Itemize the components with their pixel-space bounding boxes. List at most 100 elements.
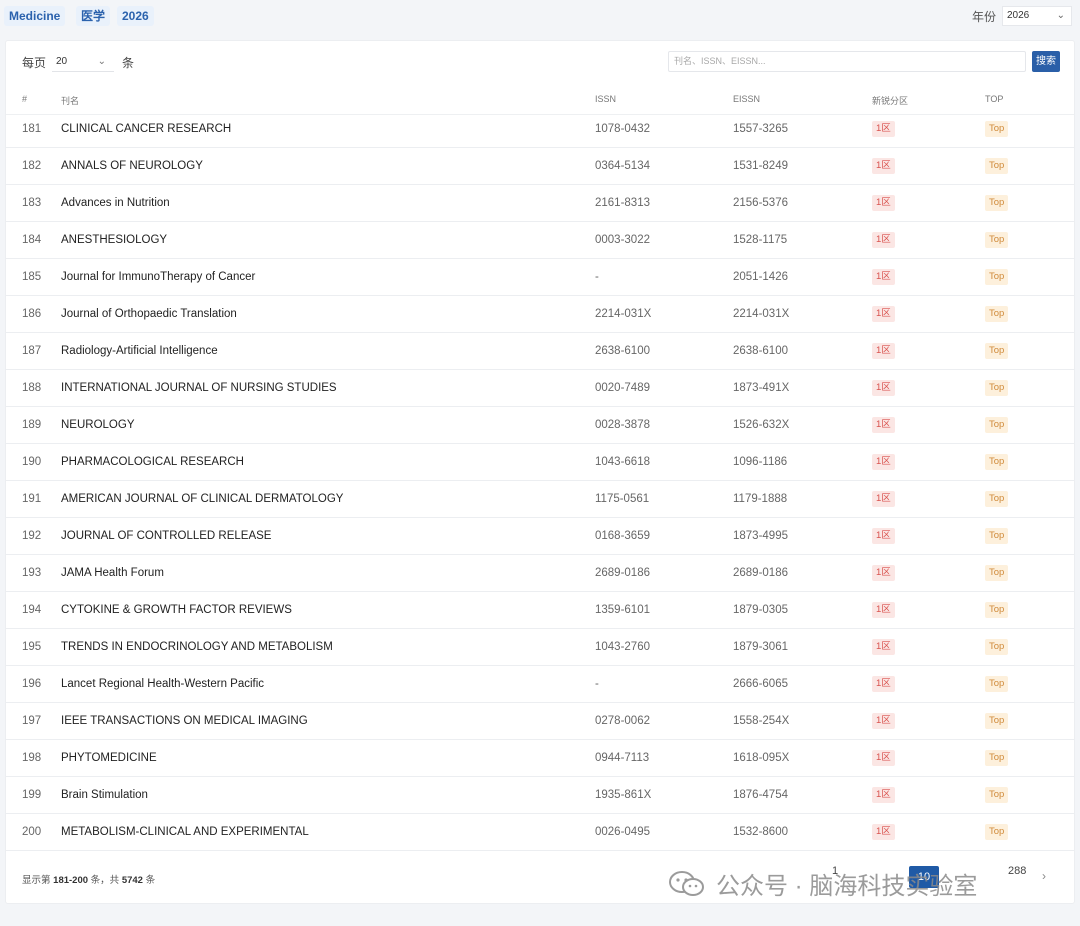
journal-name[interactable]: PHARMACOLOGICAL RESEARCH: [61, 456, 244, 468]
row-index: 200: [22, 826, 42, 838]
tag-category-zh[interactable]: 医学: [76, 6, 111, 26]
issn-value: 1043-6618: [595, 456, 650, 468]
table-row[interactable]: 185 Journal for ImmunoTherapy of Cancer - 2…: [6, 259, 1074, 296]
journal-name[interactable]: Radiology-Artificial Intelligence: [61, 345, 218, 357]
search-button[interactable]: 搜索: [1032, 51, 1060, 72]
journal-name[interactable]: Brain Stimulation: [61, 789, 148, 801]
table-row[interactable]: 199 Brain Stimulation 1935-861X 1876-4754 1区…: [6, 777, 1074, 814]
table-row[interactable]: 198 PHYTOMEDICINE 0944-7113 1618-095X 1区 Top: [6, 740, 1074, 777]
info-prefix: 显示第: [22, 875, 51, 886]
top-badge: Top: [985, 713, 1009, 729]
zone-badge: 1区: [872, 676, 895, 692]
tag-category-en[interactable]: Medicine: [4, 6, 66, 26]
row-index: 196: [22, 678, 42, 690]
col-name[interactable]: 刊名: [61, 94, 79, 107]
top-badge: Top: [985, 121, 1009, 137]
col-eissn[interactable]: EISSN: [733, 94, 760, 104]
issn-value: 0020-7489: [595, 382, 650, 394]
table-row[interactable]: 196 Lancet Regional Health-Western Pacifi…: [6, 666, 1074, 703]
eissn-value: 1879-3061: [733, 641, 788, 653]
per-page-value: 20: [56, 56, 68, 67]
table-row[interactable]: 181 CLINICAL CANCER RESEARCH 1078-0432 1557…: [6, 111, 1074, 148]
issn-value: 0028-3878: [595, 419, 650, 431]
eissn-value: 1876-4754: [733, 789, 788, 801]
issn-value: 0003-3022: [595, 234, 650, 246]
journal-name[interactable]: TRENDS IN ENDOCRINOLOGY AND METABOLISM: [61, 641, 333, 653]
top-badge: Top: [985, 454, 1009, 470]
table-row[interactable]: 187 Radiology-Artificial Intelligence 2638…: [6, 333, 1074, 370]
zone-badge: 1区: [872, 269, 895, 285]
top-badge: Top: [985, 528, 1009, 544]
col-zone[interactable]: 新锐分区: [872, 94, 908, 107]
page-last[interactable]: 288: [1008, 865, 1026, 877]
journal-name[interactable]: Journal of Orthopaedic Translation: [61, 308, 237, 320]
year-select[interactable]: 2026 ⌄: [1002, 6, 1072, 26]
table-row[interactable]: 183 Advances in Nutrition 2161-8313 2156-53…: [6, 185, 1074, 222]
journal-name[interactable]: ANESTHESIOLOGY: [61, 234, 167, 246]
table-row[interactable]: 190 PHARMACOLOGICAL RESEARCH 1043-6618 1096…: [6, 444, 1074, 481]
row-index: 182: [22, 160, 42, 172]
eissn-value: 1557-3265: [733, 123, 788, 135]
row-index: 185: [22, 271, 42, 283]
page-next-icon[interactable]: ›: [1042, 869, 1046, 883]
table-row[interactable]: 189 NEUROLOGY 0028-3878 1526-632X 1区 Top: [6, 407, 1074, 444]
journal-name[interactable]: CLINICAL CANCER RESEARCH: [61, 123, 231, 135]
journal-name[interactable]: CYTOKINE & GROWTH FACTOR REVIEWS: [61, 604, 292, 616]
journal-name[interactable]: ANNALS OF NEUROLOGY: [61, 160, 203, 172]
col-issn[interactable]: ISSN: [595, 94, 616, 104]
table-row[interactable]: 182 ANNALS OF NEUROLOGY 0364-5134 1531-8249…: [6, 148, 1074, 185]
eissn-value: 2666-6065: [733, 678, 788, 690]
table-row[interactable]: 184 ANESTHESIOLOGY 0003-3022 1528-1175 1区 Top: [6, 222, 1074, 259]
table-row[interactable]: 191 AMERICAN JOURNAL OF CLINICAL DERMATOL…: [6, 481, 1074, 518]
zone-badge: 1区: [872, 713, 895, 729]
top-badge: Top: [985, 565, 1009, 581]
issn-value: 1359-6101: [595, 604, 650, 616]
table-row[interactable]: 195 TRENDS IN ENDOCRINOLOGY AND METABOLIS…: [6, 629, 1074, 666]
journal-name[interactable]: PHYTOMEDICINE: [61, 752, 157, 764]
table-row[interactable]: 186 Journal of Orthopaedic Translation 221…: [6, 296, 1074, 333]
top-badge: Top: [985, 639, 1009, 655]
table-row[interactable]: 200 METABOLISM-CLINICAL AND EXPERIMENTAL 0…: [6, 814, 1074, 851]
info-suffix: 条: [145, 875, 156, 886]
zone-badge: 1区: [872, 417, 895, 433]
journal-name[interactable]: JOURNAL OF CONTROLLED RELEASE: [61, 530, 271, 542]
eissn-value: 2156-5376: [733, 197, 788, 209]
tag-year[interactable]: 2026: [117, 6, 154, 26]
journal-name[interactable]: NEUROLOGY: [61, 419, 135, 431]
row-index: 193: [22, 567, 42, 579]
journal-name[interactable]: JAMA Health Forum: [61, 567, 164, 579]
issn-value: 1043-2760: [595, 641, 650, 653]
issn-value: 1935-861X: [595, 789, 652, 801]
top-badge: Top: [985, 306, 1009, 322]
issn-value: 0364-5134: [595, 160, 650, 172]
per-page-select[interactable]: 20 ⌄: [52, 52, 114, 72]
issn-value: -: [595, 678, 599, 690]
top-badge: Top: [985, 491, 1009, 507]
table-row[interactable]: 192 JOURNAL OF CONTROLLED RELEASE 0168-365…: [6, 518, 1074, 555]
info-mid: 条，共: [90, 875, 120, 886]
table-row[interactable]: 193 JAMA Health Forum 2689-0186 2689-0186 1区…: [6, 555, 1074, 592]
table-row[interactable]: 197 IEEE TRANSACTIONS ON MEDICAL IMAGING 0…: [6, 703, 1074, 740]
journal-name[interactable]: METABOLISM-CLINICAL AND EXPERIMENTAL: [61, 826, 309, 838]
top-badge: Top: [985, 676, 1009, 692]
per-page-unit: 条: [122, 56, 135, 70]
journal-name[interactable]: INTERNATIONAL JOURNAL OF NURSING STUDIES: [61, 382, 337, 394]
table-row[interactable]: 194 CYTOKINE & GROWTH FACTOR REVIEWS 1359-…: [6, 592, 1074, 629]
journal-name[interactable]: Lancet Regional Health-Western Pacific: [61, 678, 264, 690]
zone-badge: 1区: [872, 787, 895, 803]
row-index: 197: [22, 715, 42, 727]
zone-badge: 1区: [872, 824, 895, 840]
top-badge: Top: [985, 343, 1009, 359]
zone-badge: 1区: [872, 565, 895, 581]
journal-name[interactable]: Advances in Nutrition: [61, 197, 170, 209]
journal-name[interactable]: Journal for ImmunoTherapy of Cancer: [61, 271, 255, 283]
search-input[interactable]: 刊名、ISSN、EISSN...: [668, 51, 1026, 72]
journal-name[interactable]: IEEE TRANSACTIONS ON MEDICAL IMAGING: [61, 715, 308, 727]
journal-name[interactable]: AMERICAN JOURNAL OF CLINICAL DERMATOLOGY: [61, 493, 343, 505]
col-top[interactable]: TOP: [985, 94, 1003, 104]
eissn-value: 1096-1186: [733, 456, 788, 468]
per-page-label: 每页: [22, 56, 47, 70]
watermark-text: 公众号 · 脑海科技实验室: [716, 873, 978, 900]
row-index: 181: [22, 123, 42, 135]
table-row[interactable]: 188 INTERNATIONAL JOURNAL OF NURSING STUD…: [6, 370, 1074, 407]
